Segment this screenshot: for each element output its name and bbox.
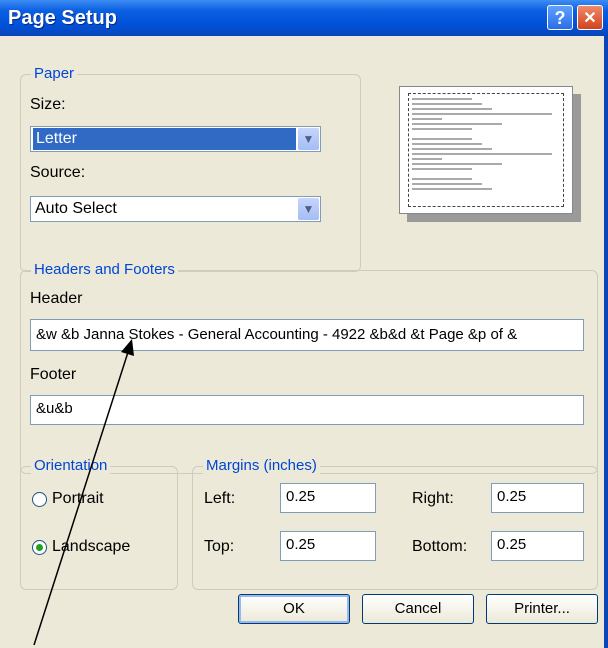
help-button[interactable]: ? — [547, 5, 573, 30]
title-bar: Page Setup ? ✕ — [0, 0, 608, 36]
window-right-border — [604, 36, 608, 648]
orientation-group: Orientation — [20, 457, 178, 590]
chevron-down-icon[interactable]: ▼ — [298, 128, 319, 150]
source-label: Source: — [30, 164, 86, 181]
orientation-legend: Orientation — [31, 457, 111, 475]
chevron-down-icon[interactable]: ▼ — [298, 198, 319, 220]
ok-button[interactable]: OK — [238, 594, 350, 624]
portrait-label[interactable]: Portrait — [52, 490, 104, 508]
window-title: Page Setup — [8, 7, 117, 29]
footer-input[interactable]: &u&b — [30, 395, 584, 425]
landscape-radio[interactable] — [32, 540, 47, 555]
right-margin-input[interactable]: 0.25 — [491, 483, 584, 513]
right-margin-label: Right: — [412, 490, 454, 507]
left-margin-input[interactable]: 0.25 — [280, 483, 376, 513]
portrait-radio[interactable] — [32, 492, 47, 507]
close-button[interactable]: ✕ — [577, 5, 603, 30]
margins-legend: Margins (inches) — [203, 457, 320, 475]
size-label: Size: — [30, 96, 66, 113]
header-input[interactable]: &w &b Janna Stokes - General Accounting … — [30, 319, 584, 351]
headers-footers-group: Headers and Footers — [20, 261, 598, 474]
header-label: Header — [30, 290, 83, 307]
cancel-button[interactable]: Cancel — [362, 594, 474, 624]
dialog-body: Paper Size: Letter ▼ Source: Auto Select… — [0, 36, 604, 648]
radio-selected-dot — [36, 544, 43, 551]
landscape-label[interactable]: Landscape — [52, 538, 130, 556]
left-margin-label: Left: — [204, 490, 236, 507]
size-select[interactable]: Letter ▼ — [30, 126, 321, 152]
preview-margin-box — [408, 93, 564, 207]
headers-footers-legend: Headers and Footers — [31, 261, 178, 279]
size-value: Letter — [33, 128, 296, 150]
page-preview — [399, 86, 581, 222]
bottom-margin-label: Bottom: — [412, 538, 468, 555]
top-margin-input[interactable]: 0.25 — [280, 531, 376, 561]
paper-legend: Paper — [31, 65, 78, 83]
source-select[interactable]: Auto Select ▼ — [30, 196, 321, 222]
bottom-margin-input[interactable]: 0.25 — [491, 531, 584, 561]
top-margin-label: Top: — [204, 538, 235, 555]
preview-page — [399, 86, 573, 214]
source-value: Auto Select — [35, 200, 117, 217]
printer-button[interactable]: Printer... — [486, 594, 598, 624]
footer-label: Footer — [30, 366, 77, 383]
